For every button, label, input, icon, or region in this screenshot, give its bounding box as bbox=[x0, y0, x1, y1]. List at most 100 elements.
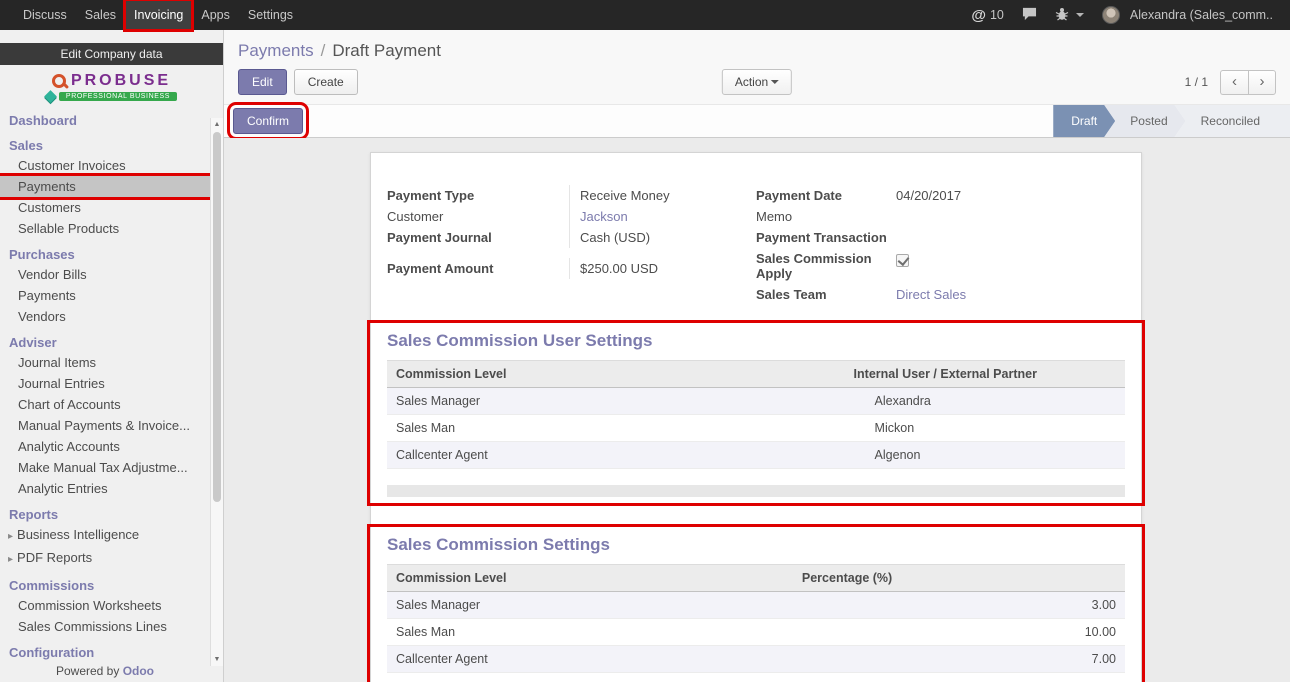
activity-icon: @ bbox=[971, 7, 986, 24]
debug-menu-button[interactable] bbox=[1046, 0, 1093, 30]
sidebar-section-dashboard[interactable]: Dashboard bbox=[0, 110, 210, 130]
sidebar-item-customers[interactable]: Customers bbox=[0, 197, 210, 218]
sidebar-item-pdf-reports[interactable]: PDF Reports bbox=[0, 547, 210, 570]
column-header-percentage[interactable]: Percentage (%) bbox=[793, 565, 1125, 591]
nav-item-invoicing[interactable]: Invoicing bbox=[125, 0, 192, 30]
sidebar-item-label: Business Intelligence bbox=[17, 527, 139, 542]
nav-item-sales[interactable]: Sales bbox=[76, 0, 125, 30]
messages-button[interactable] bbox=[1013, 0, 1046, 30]
breadcrumb-current: Draft Payment bbox=[332, 41, 441, 60]
sidebar-section-commissions[interactable]: Commissions bbox=[0, 575, 210, 595]
pager-next-button[interactable] bbox=[1248, 70, 1276, 95]
sidebar-section-reports[interactable]: Reports bbox=[0, 504, 210, 524]
cell-percentage: 10.00 bbox=[793, 619, 1125, 645]
sidebar: Edit Company data PROBUSE PROFESSIONAL B… bbox=[0, 30, 224, 682]
commission-settings-row-callcenter-agent[interactable]: Callcenter Agent 7.00 bbox=[387, 646, 1125, 673]
field-label-payment-journal: Payment Journal bbox=[387, 227, 569, 248]
activities-button[interactable]: @ 10 bbox=[962, 0, 1013, 30]
user-settings-header-row: Commission Level Internal User / Externa… bbox=[387, 360, 1125, 388]
field-value-payment-journal: Cash (USD) bbox=[569, 227, 756, 248]
sidebar-item-payments[interactable]: Payments bbox=[0, 176, 210, 197]
sidebar-section-adviser[interactable]: Adviser bbox=[0, 332, 210, 352]
user-menu-label: Alexandra (Sales_comm.. bbox=[1130, 8, 1273, 22]
sales-commission-apply-checkbox[interactable] bbox=[896, 254, 909, 267]
caret-down-icon bbox=[1076, 13, 1084, 17]
status-steps: Draft Posted Reconciled bbox=[1053, 105, 1290, 137]
sidebar-item-vendor-bills[interactable]: Vendor Bills bbox=[0, 264, 210, 285]
create-button[interactable]: Create bbox=[294, 69, 358, 95]
sidebar-item-manual-tax-adjustment[interactable]: Make Manual Tax Adjustme... bbox=[0, 457, 210, 478]
sidebar-item-sellable-products[interactable]: Sellable Products bbox=[0, 218, 210, 239]
payment-form: Payment Type Receive Money Customer Jack… bbox=[387, 185, 1125, 305]
control-panel: Payments/Draft Payment Edit Create Actio… bbox=[224, 30, 1290, 138]
sidebar-item-analytic-accounts[interactable]: Analytic Accounts bbox=[0, 436, 210, 457]
edit-button[interactable]: Edit bbox=[238, 69, 287, 95]
customer-link[interactable]: Jackson bbox=[580, 209, 628, 224]
sidebar-item-journal-items[interactable]: Journal Items bbox=[0, 352, 210, 373]
sidebar-scrollbar bbox=[210, 118, 223, 666]
sidebar-item-commission-worksheets[interactable]: Commission Worksheets bbox=[0, 595, 210, 616]
sidebar-section-purchases[interactable]: Purchases bbox=[0, 244, 210, 264]
field-label-payment-type: Payment Type bbox=[387, 185, 569, 206]
field-value-payment-date: 04/20/2017 bbox=[896, 185, 1125, 206]
field-label-payment-date: Payment Date bbox=[756, 185, 896, 206]
field-value-payment-transaction bbox=[896, 227, 1125, 247]
column-header-internal-user[interactable]: Internal User / External Partner bbox=[845, 361, 1125, 387]
user-menu[interactable]: Alexandra (Sales_comm.. bbox=[1093, 0, 1282, 30]
top-navbar: Discuss Sales Invoicing Apps Settings @ … bbox=[0, 0, 1290, 30]
caret-down-icon bbox=[771, 80, 779, 84]
content-area: Payment Type Receive Money Customer Jack… bbox=[224, 138, 1290, 682]
user-settings-table: Commission Level Internal User / Externa… bbox=[387, 360, 1125, 469]
sidebar-item-analytic-entries[interactable]: Analytic Entries bbox=[0, 478, 210, 499]
status-step-posted[interactable]: Posted bbox=[1104, 105, 1185, 137]
form-spacer bbox=[387, 248, 756, 258]
scrollbar-thumb[interactable] bbox=[213, 132, 221, 502]
sidebar-section-sales[interactable]: Sales bbox=[0, 135, 210, 155]
sidebar-item-customer-invoices[interactable]: Customer Invoices bbox=[0, 155, 210, 176]
edit-company-data-button[interactable]: Edit Company data bbox=[0, 43, 223, 65]
nav-item-discuss[interactable]: Discuss bbox=[14, 0, 76, 30]
commission-settings-table: Commission Level Percentage (%) Sales Ma… bbox=[387, 564, 1125, 673]
sidebar-menu: Dashboard Sales Customer Invoices Paymen… bbox=[0, 110, 223, 662]
sales-team-link[interactable]: Direct Sales bbox=[896, 287, 966, 302]
user-settings-row-callcenter-agent[interactable]: Callcenter Agent Algenon bbox=[387, 442, 1125, 469]
sidebar-item-journal-entries[interactable]: Journal Entries bbox=[0, 373, 210, 394]
cell-commission-level: Sales Man bbox=[387, 619, 793, 645]
user-settings-row-sales-man[interactable]: Sales Man Mickon bbox=[387, 415, 1125, 442]
field-label-memo: Memo bbox=[756, 206, 896, 227]
breadcrumb-payments-link[interactable]: Payments bbox=[238, 41, 314, 60]
sidebar-item-vendors[interactable]: Vendors bbox=[0, 306, 210, 327]
user-settings-row-sales-manager[interactable]: Sales Manager Alexandra bbox=[387, 388, 1125, 415]
column-header-commission-level[interactable]: Commission Level bbox=[387, 565, 793, 591]
column-header-commission-level[interactable]: Commission Level bbox=[387, 361, 845, 387]
pager-previous-button[interactable] bbox=[1220, 70, 1248, 95]
commission-settings-title: Sales Commission Settings bbox=[387, 535, 1125, 555]
scroll-down-arrow-icon[interactable] bbox=[211, 653, 223, 666]
action-dropdown[interactable]: Action bbox=[722, 69, 792, 95]
confirm-button[interactable]: Confirm bbox=[233, 108, 303, 134]
commission-settings-row-sales-manager[interactable]: Sales Manager 3.00 bbox=[387, 592, 1125, 619]
status-step-reconciled[interactable]: Reconciled bbox=[1175, 105, 1290, 137]
main-area: Payments/Draft Payment Edit Create Actio… bbox=[224, 30, 1290, 682]
user-settings-annotation-box: Sales Commission User Settings Commissio… bbox=[370, 323, 1142, 503]
status-step-draft[interactable]: Draft bbox=[1053, 105, 1115, 137]
odoo-link[interactable]: Odoo bbox=[123, 664, 154, 678]
action-dropdown-label: Action bbox=[735, 75, 768, 89]
sidebar-item-manual-payments[interactable]: Manual Payments & Invoice... bbox=[0, 415, 210, 436]
cell-percentage: 7.00 bbox=[793, 646, 1125, 672]
sidebar-item-business-intelligence[interactable]: Business Intelligence bbox=[0, 524, 210, 547]
sidebar-item-chart-of-accounts[interactable]: Chart of Accounts bbox=[0, 394, 210, 415]
nav-item-settings[interactable]: Settings bbox=[239, 0, 302, 30]
commission-settings-row-sales-man[interactable]: Sales Man 10.00 bbox=[387, 619, 1125, 646]
scroll-up-arrow-icon[interactable] bbox=[211, 118, 223, 131]
company-logo[interactable]: PROBUSE PROFESSIONAL BUSINESS bbox=[0, 65, 223, 105]
field-label-sales-commission-apply: Sales Commission Apply bbox=[756, 248, 896, 284]
commission-settings-annotation-box: Sales Commission Settings Commission Lev… bbox=[370, 527, 1142, 682]
nav-item-apps[interactable]: Apps bbox=[192, 0, 239, 30]
sidebar-item-sales-commissions-lines[interactable]: Sales Commissions Lines bbox=[0, 616, 210, 637]
payment-form-sheet: Payment Type Receive Money Customer Jack… bbox=[370, 152, 1142, 682]
sidebar-section-configuration[interactable]: Configuration bbox=[0, 642, 210, 662]
cell-user: Algenon bbox=[845, 442, 1125, 468]
sidebar-item-payments-purchases[interactable]: Payments bbox=[0, 285, 210, 306]
breadcrumb: Payments/Draft Payment bbox=[224, 30, 1290, 64]
